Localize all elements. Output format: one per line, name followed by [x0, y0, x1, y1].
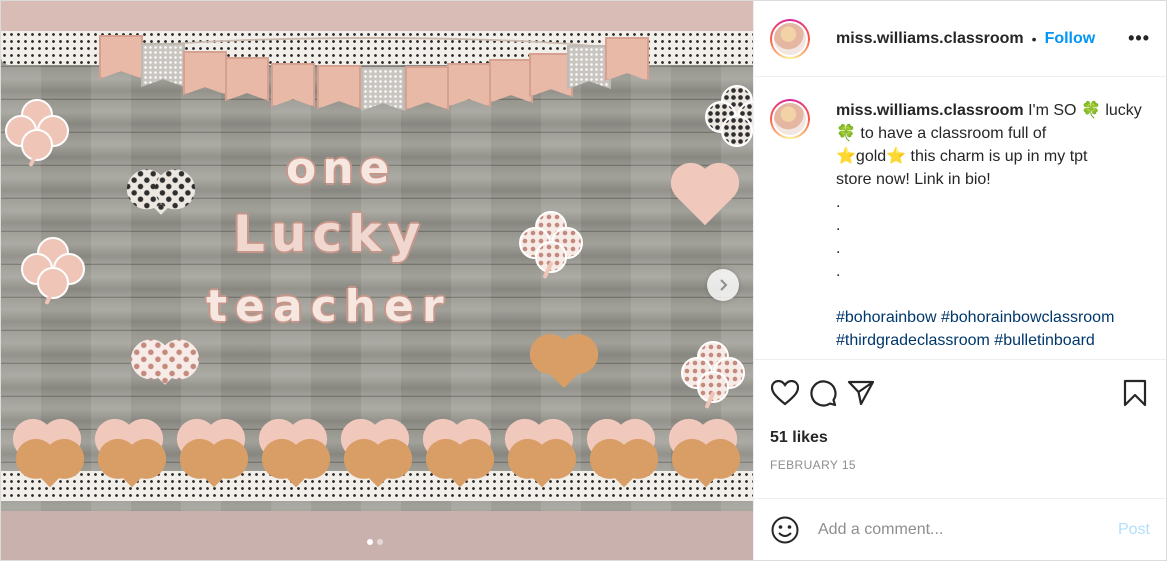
- comment-bar: Post: [754, 498, 1166, 560]
- like-button[interactable]: [770, 378, 800, 408]
- hashtags[interactable]: #thirdgradeclassroom #bulletinboard: [836, 329, 1150, 352]
- caption-line: I'm SO 🍀 lucky: [1028, 102, 1142, 119]
- avatar[interactable]: [770, 18, 810, 59]
- shamrock-decoration: [681, 341, 745, 410]
- post-side-panel: miss.williams.classroom • Follow ••• mis…: [753, 1, 1166, 560]
- hashtags[interactable]: #bohorainbow #bohorainbowclassroom: [836, 306, 1150, 329]
- shamrock-decoration: [5, 99, 69, 168]
- shamrock-decoration: [519, 211, 583, 280]
- save-button[interactable]: [1120, 378, 1150, 408]
- like-count[interactable]: 51 likes: [754, 426, 1166, 450]
- bookmark-icon: [1123, 379, 1147, 407]
- comment-icon: [810, 380, 837, 407]
- emoji-icon[interactable]: [770, 515, 800, 545]
- caption-dot: .: [836, 217, 841, 234]
- caption-text: miss.williams.classroom I'm SO 🍀 lucky 🍀…: [836, 99, 1150, 359]
- caption-dot: .: [836, 194, 841, 211]
- carousel-dot: [377, 539, 383, 545]
- action-bar: [754, 360, 1166, 426]
- carousel-dot-active: [367, 539, 373, 545]
- carousel-indicator: [367, 539, 383, 545]
- caption-section: miss.williams.classroom I'm SO 🍀 lucky 🍀…: [754, 77, 1166, 360]
- share-button[interactable]: [846, 378, 876, 408]
- caption-dot: .: [836, 240, 841, 257]
- header-separator: •: [1031, 30, 1037, 47]
- avatar[interactable]: [770, 99, 810, 139]
- more-options-icon[interactable]: •••: [1128, 28, 1150, 49]
- shamrock-decoration: [21, 237, 85, 306]
- post-date: FEBRUARY 15: [770, 458, 856, 472]
- chevron-right-icon: [720, 279, 728, 291]
- caption-username[interactable]: miss.williams.classroom: [836, 102, 1024, 119]
- post-media[interactable]: one Lucky teacher: [1, 1, 753, 560]
- comment-input[interactable]: [816, 519, 1102, 540]
- caption-line: 🍀 to have a classroom full of: [836, 125, 1047, 142]
- instagram-post: one Lucky teacher miss.williams.classroo…: [0, 0, 1167, 561]
- board-word-teacher: teacher: [206, 281, 452, 332]
- caption-line: ⭐gold⭐ this charm is up in my tpt: [836, 148, 1088, 165]
- caption-dot: .: [836, 263, 841, 280]
- heart-decoration: [145, 345, 185, 385]
- heart-icon: [771, 380, 799, 406]
- floor-strip: [1, 511, 753, 560]
- follow-button[interactable]: Follow: [1045, 30, 1096, 48]
- header-username[interactable]: miss.williams.classroom: [836, 30, 1024, 48]
- caption-line: store now! Link in bio!: [836, 171, 991, 188]
- share-icon: [847, 380, 875, 406]
- comment-button[interactable]: [808, 378, 838, 408]
- heart-decoration: [141, 175, 181, 215]
- post-comment-button[interactable]: Post: [1118, 521, 1150, 539]
- shamrock-decoration: [705, 85, 753, 147]
- post-header: miss.williams.classroom • Follow •••: [754, 1, 1166, 77]
- board-word-lucky: Lucky: [233, 205, 426, 263]
- board-word-one: one: [286, 143, 396, 194]
- carousel-next-button[interactable]: [707, 269, 739, 301]
